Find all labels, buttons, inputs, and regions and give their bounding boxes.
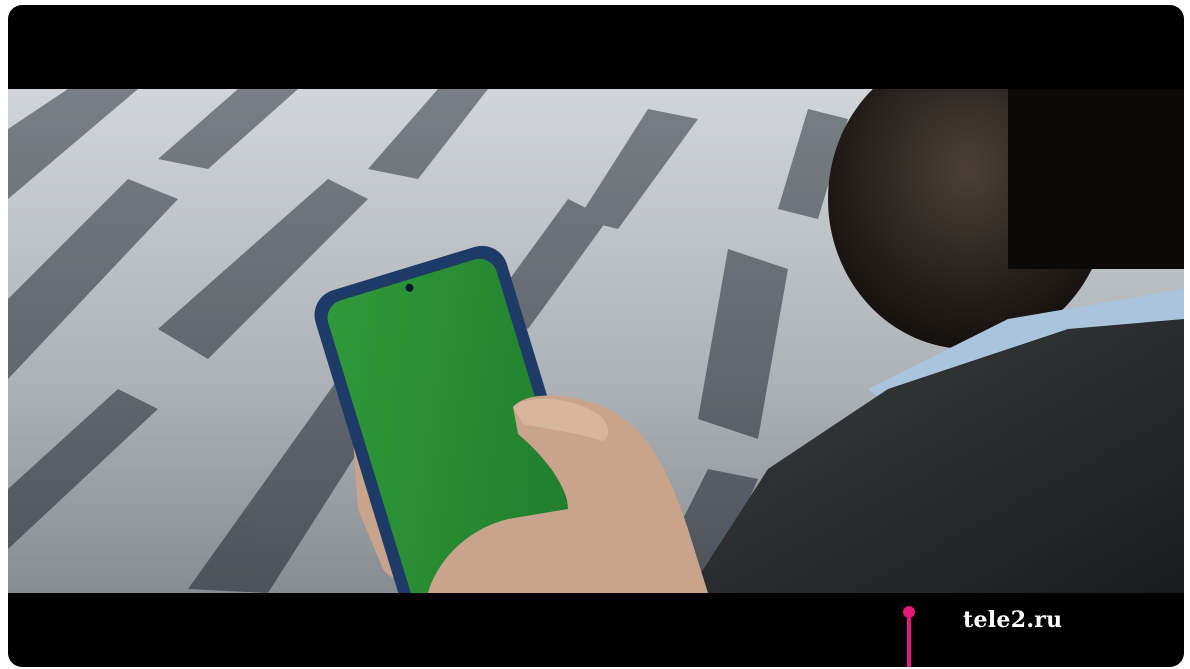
person-hair [1008,89,1184,269]
video-frame: tele2.ru [8,5,1184,667]
video-scene [8,89,1184,593]
brand-marker-line [907,613,911,667]
brand-url: tele2.ru [963,607,1063,633]
scene-illustration [8,89,1184,593]
